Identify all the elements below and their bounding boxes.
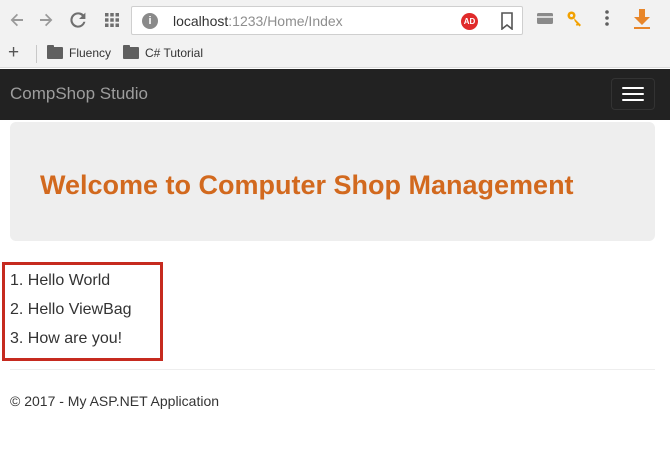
kebab-menu-icon[interactable]: [598, 9, 616, 32]
navbar-brand[interactable]: CompShop Studio: [10, 84, 148, 104]
adblock-icon[interactable]: AD: [461, 13, 478, 30]
hamburger-bar: [622, 87, 644, 89]
forward-arrow-icon[interactable]: [36, 9, 56, 31]
url-text[interactable]: localhost:1233/Home/Index: [173, 13, 343, 29]
footer-divider: [10, 369, 655, 370]
bookmark-icon[interactable]: [500, 12, 514, 31]
bookmarks-bar: + Fluency C# Tutorial: [0, 40, 670, 68]
download-icon[interactable]: [632, 8, 652, 35]
bookmarks-separator: [36, 45, 37, 63]
page-title: Welcome to Computer Shop Management: [40, 170, 574, 200]
apps-grid-icon[interactable]: [102, 9, 122, 31]
list-item: 3. How are you!: [10, 330, 123, 347]
footer-text: © 2017 - My ASP.NET Application: [10, 393, 220, 409]
hamburger-bar: [622, 99, 644, 101]
navbar-toggle-button[interactable]: [611, 78, 655, 110]
message-list: 1. Hello World 2. Hello ViewBag 3. How a…: [10, 271, 132, 358]
reload-icon[interactable]: [68, 9, 88, 31]
key-icon[interactable]: [566, 9, 584, 32]
bookmark-folder-csharp-tutorial[interactable]: C# Tutorial: [123, 45, 204, 60]
list-item: 1. Hello World: [10, 272, 111, 289]
card-icon[interactable]: [536, 9, 554, 32]
folder-icon: [123, 45, 139, 59]
url-host: localhost: [173, 13, 229, 29]
jumbotron: Welcome to Computer Shop Management: [10, 122, 655, 241]
bookmark-label: C# Tutorial: [145, 46, 204, 60]
address-bar[interactable]: i localhost:1233/Home/Index AD: [131, 6, 523, 35]
hamburger-bar: [622, 93, 644, 95]
folder-icon: [47, 45, 63, 59]
list-item: 2. Hello ViewBag: [10, 301, 132, 318]
url-path: :1233/Home/Index: [228, 13, 343, 29]
add-bookmark-icon[interactable]: +: [8, 42, 19, 64]
site-info-icon[interactable]: i: [142, 13, 158, 29]
browser-toolbar: i localhost:1233/Home/Index AD: [0, 0, 670, 40]
bookmark-folder-fluency[interactable]: Fluency: [47, 45, 112, 60]
site-navbar: CompShop Studio: [0, 69, 670, 120]
back-arrow-icon[interactable]: [7, 9, 27, 31]
bookmark-label: Fluency: [69, 46, 112, 60]
